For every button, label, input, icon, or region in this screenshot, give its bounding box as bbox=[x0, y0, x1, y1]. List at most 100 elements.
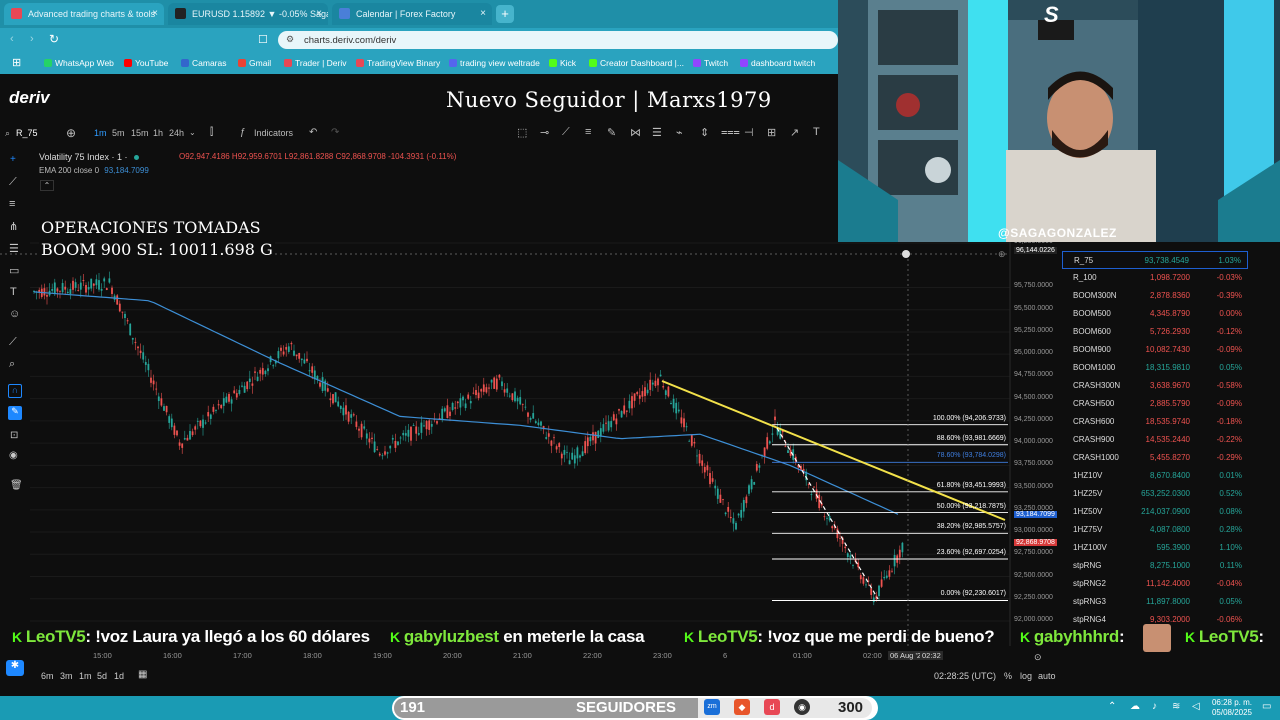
address-bar[interactable]: ⚙ charts.deriv.com/deriv bbox=[278, 31, 838, 49]
obs-icon[interactable]: ◉ bbox=[794, 699, 810, 715]
watchlist-row[interactable]: R_75 93,738.4549 1.03% bbox=[1062, 251, 1248, 269]
timeframe-5m[interactable]: 5m bbox=[112, 128, 125, 138]
chevron-down-icon[interactable]: ⌄ bbox=[189, 128, 196, 137]
site-info-icon[interactable]: ⚙ bbox=[286, 34, 294, 45]
range-1m[interactable]: 1m bbox=[79, 671, 92, 681]
new-tab-button[interactable]: + bbox=[496, 5, 514, 23]
utc-clock[interactable]: 02:28:25 (UTC) bbox=[934, 671, 996, 681]
volume-icon[interactable]: ◁ bbox=[1192, 701, 1200, 712]
fibonacci-tool-icon[interactable]: ☰ bbox=[652, 126, 662, 139]
log-scale-toggle[interactable]: log bbox=[1020, 671, 1032, 681]
watchlist-row[interactable]: BOOM600 5,726.2930 -0.12% bbox=[1062, 323, 1248, 341]
settings-widget-icon[interactable]: ✱ bbox=[6, 660, 24, 676]
collapse-legend-icon[interactable]: ⌃ bbox=[40, 180, 54, 191]
timeframe-24h[interactable]: 24h bbox=[169, 128, 184, 138]
reset-chart-icon[interactable]: ⊙ bbox=[1034, 652, 1042, 663]
brave-icon[interactable]: ◆ bbox=[734, 699, 750, 715]
bookmark-twitch[interactable]: Twitch bbox=[693, 58, 728, 68]
apps-grid-icon[interactable]: ⊞ bbox=[12, 56, 21, 69]
add-alert-icon[interactable]: ⊕ bbox=[998, 249, 1006, 260]
brush-tool-icon[interactable]: ⌁ bbox=[676, 126, 683, 139]
watchlist-row[interactable]: BOOM300N 2,878.8360 -0.39% bbox=[1062, 287, 1248, 305]
back-icon[interactable]: ‹ bbox=[10, 33, 14, 45]
timeframe-1m[interactable]: 1m bbox=[94, 128, 107, 138]
indicators-button[interactable]: Indicators bbox=[254, 128, 293, 138]
horizontal-ray-icon[interactable]: ⊸ bbox=[540, 126, 549, 139]
pencil-tool-icon[interactable]: ✎ bbox=[607, 126, 616, 139]
cloud-icon[interactable]: ☁ bbox=[1130, 701, 1140, 712]
notifications-icon[interactable]: ▭ bbox=[1262, 701, 1271, 712]
range-6m[interactable]: 6m bbox=[41, 671, 54, 681]
deriv-logo[interactable]: deriv bbox=[9, 88, 50, 108]
watchlist-row[interactable]: BOOM900 10,082.7430 -0.09% bbox=[1062, 341, 1248, 359]
watchlist-row[interactable]: CRASH1000 5,455.8270 -0.29% bbox=[1062, 449, 1248, 467]
grid-tool-icon[interactable]: ⊞ bbox=[767, 126, 776, 139]
symbol-search-icon[interactable]: ⌕ bbox=[5, 128, 10, 139]
bookmark-whatsapp[interactable]: WhatsApp Web bbox=[44, 58, 114, 68]
bookmark-creator-dashboard[interactable]: Creator Dashboard |... bbox=[589, 58, 684, 68]
browser-tab[interactable]: Calendar | Forex Factory × bbox=[332, 3, 492, 25]
range-1d[interactable]: 1d bbox=[114, 671, 124, 681]
timeframe-1h[interactable]: 1h bbox=[153, 128, 163, 138]
bookmark-tradingview-binary[interactable]: TradingView Binary bbox=[356, 58, 440, 68]
reload-icon[interactable]: ↻ bbox=[49, 32, 59, 46]
watchlist-row[interactable]: R_100 1,098.7200 -0.03% bbox=[1062, 269, 1248, 287]
date-range-icon[interactable]: ▦ bbox=[138, 669, 147, 680]
watchlist-row[interactable]: stpRNG3 11,897.8000 0.05% bbox=[1062, 593, 1248, 611]
watchlist-row[interactable]: 1HZ100V 595.3900 1.10% bbox=[1062, 539, 1248, 557]
watchlist-row[interactable]: BOOM1000 18,315.9810 0.05% bbox=[1062, 359, 1248, 377]
watchlist-row[interactable]: 1HZ10V 8,670.8400 0.01% bbox=[1062, 467, 1248, 485]
ema-legend[interactable]: EMA 200 close 0 93,184.7099 bbox=[39, 166, 149, 175]
show-hidden-icons-icon[interactable]: ⌃ bbox=[1108, 701, 1116, 712]
symbol-selector[interactable]: R_75 bbox=[16, 128, 38, 138]
bookmark-kick[interactable]: Kick bbox=[549, 58, 576, 68]
watchlist-row[interactable]: stpRNG 8,275.1000 0.11% bbox=[1062, 557, 1248, 575]
bookmark-camaras[interactable]: Camaras bbox=[181, 58, 226, 68]
compare-symbol-icon[interactable]: ⊕ bbox=[66, 126, 76, 140]
watchlist-row[interactable]: 1HZ50V 214,037.0900 0.08% bbox=[1062, 503, 1248, 521]
range-3m[interactable]: 3m bbox=[60, 671, 73, 681]
close-tab-icon[interactable]: × bbox=[152, 8, 158, 19]
microphone-icon[interactable]: ♪ bbox=[1152, 701, 1157, 712]
fib-fan-icon[interactable]: ⩶ bbox=[721, 126, 740, 139]
pattern-tool-icon[interactable]: ⋈ bbox=[630, 126, 641, 139]
clock-time[interactable]: 06:28 p. m. bbox=[1208, 698, 1252, 707]
zoom-app-icon[interactable]: zm bbox=[704, 699, 720, 715]
watchlist-row[interactable]: 1HZ75V 4,087.0800 0.28% bbox=[1062, 521, 1248, 539]
clock-date[interactable]: 05/08/2025 bbox=[1208, 708, 1252, 717]
chart-type-icon[interactable]: ⫿ bbox=[210, 127, 213, 138]
timeframe-15m[interactable]: 15m bbox=[131, 128, 149, 138]
vertical-line-icon[interactable]: ⇕ bbox=[700, 126, 709, 139]
browser-tab-active[interactable]: Advanced trading charts & tools × bbox=[4, 3, 164, 25]
channel-tool-icon[interactable]: ≡ bbox=[585, 126, 591, 138]
text-tool-icon[interactable]: T bbox=[813, 126, 820, 138]
trend-line-icon[interactable]: ⟋ bbox=[562, 126, 570, 139]
auto-scale-toggle[interactable]: auto bbox=[1038, 671, 1056, 681]
bookmark-deriv-trader[interactable]: Trader | Deriv bbox=[284, 58, 347, 68]
redo-icon[interactable]: ↷ bbox=[331, 127, 339, 138]
close-tab-icon[interactable]: × bbox=[316, 8, 322, 19]
watchlist-row[interactable]: stpRNG2 11,142.4000 -0.04% bbox=[1062, 575, 1248, 593]
horizontal-line-icon[interactable]: ⊣ bbox=[744, 126, 754, 139]
watchlist-row[interactable]: BOOM500 4,345.8790 0.00% bbox=[1062, 305, 1248, 323]
browser-tab[interactable]: EURUSD 1.15892 ▼ -0.05% Saga × bbox=[168, 3, 328, 25]
undo-icon[interactable]: ↶ bbox=[309, 127, 317, 138]
ray-tool-icon[interactable]: ↗ bbox=[790, 126, 799, 139]
bookmark-weltrade[interactable]: trading view weltrade bbox=[449, 58, 540, 68]
close-tab-icon[interactable]: × bbox=[480, 8, 486, 19]
watchlist-row[interactable]: CRASH600 18,535.9740 -0.18% bbox=[1062, 413, 1248, 431]
watchlist-row[interactable]: CRASH500 2,885.5790 -0.09% bbox=[1062, 395, 1248, 413]
watchlist-row[interactable]: CRASH300N 3,638.9670 -0.58% bbox=[1062, 377, 1248, 395]
bookmark-dashboard-twitch[interactable]: dashboard twitch bbox=[740, 58, 815, 68]
range-5d[interactable]: 5d bbox=[97, 671, 107, 681]
forward-icon[interactable]: › bbox=[30, 33, 34, 45]
rectangle-tool-icon[interactable]: ⬚ bbox=[517, 126, 527, 139]
bookmark-youtube[interactable]: YouTube bbox=[124, 58, 168, 68]
watchlist-row[interactable]: 1HZ25V 653,252.0300 0.52% bbox=[1062, 485, 1248, 503]
deriv-app-icon[interactable]: d bbox=[764, 699, 780, 715]
percent-scale-toggle[interactable]: % bbox=[1004, 671, 1012, 681]
wifi-icon[interactable]: ≋ bbox=[1172, 701, 1180, 712]
bookmark-icon[interactable]: ☐ bbox=[258, 33, 268, 46]
bookmark-gmail[interactable]: Gmail bbox=[238, 58, 271, 68]
watchlist-row[interactable]: CRASH900 14,535.2440 -0.22% bbox=[1062, 431, 1248, 449]
